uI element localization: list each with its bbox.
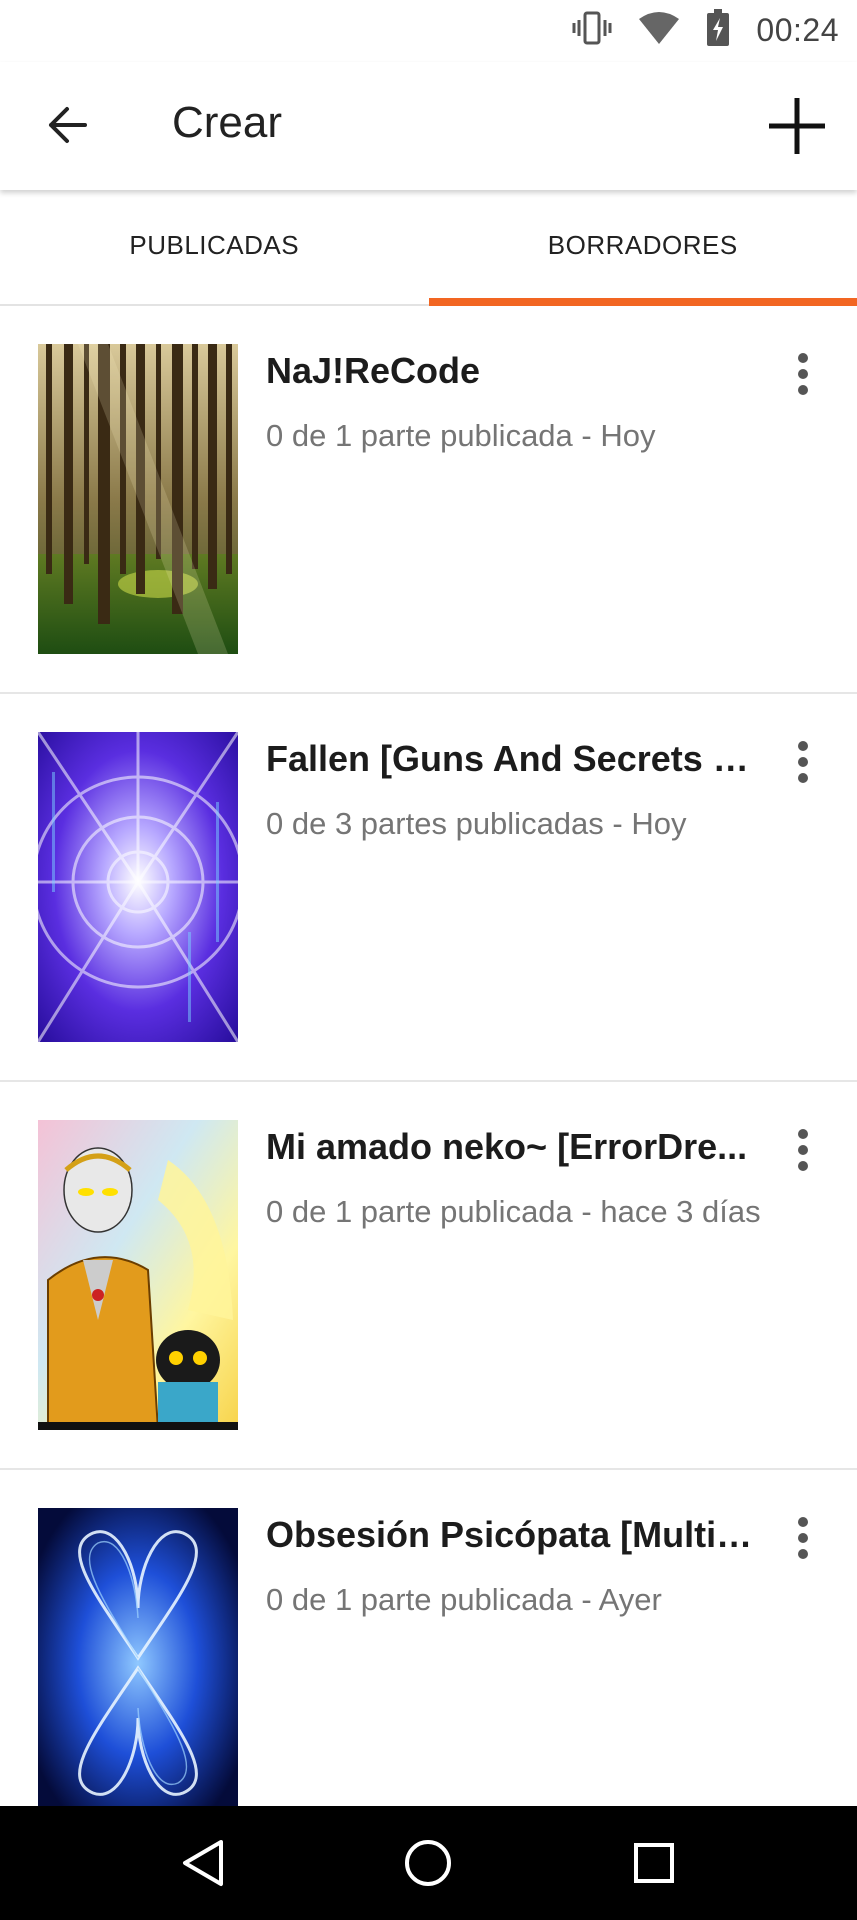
- more-vert-icon: [798, 1129, 808, 1171]
- story-cover-image: [38, 344, 238, 654]
- story-title: Fallen [Guns And Secrets S...: [266, 738, 766, 779]
- story-cover-image: [38, 1120, 238, 1430]
- add-story-button[interactable]: [759, 88, 835, 164]
- back-button[interactable]: [34, 92, 100, 158]
- vibrate-icon: [572, 10, 612, 51]
- story-title: Mi amado neko~ [ErrorDre...: [266, 1126, 748, 1167]
- more-options-button[interactable]: [777, 342, 829, 406]
- tab-label: BORRADORES: [547, 229, 738, 260]
- more-vert-icon: [798, 1517, 808, 1559]
- tab-publicadas[interactable]: PUBLICADAS: [0, 190, 429, 304]
- more-options-button[interactable]: [777, 1118, 829, 1182]
- arrow-left-icon: [49, 107, 87, 143]
- status-time: 00:24: [756, 11, 839, 48]
- drafts-list[interactable]: NaJ!ReCode 0 de 1 parte publicada - Hoy: [0, 306, 857, 1806]
- story-card[interactable]: Mi amado neko~ [ErrorDre... 0 de 1 parte…: [0, 1082, 857, 1470]
- story-card[interactable]: Obsesión Psicópata [Multis... 0 de 1 par…: [0, 1470, 857, 1806]
- story-cover-image: [38, 732, 238, 1042]
- system-nav-bar: [0, 1806, 857, 1920]
- story-title: Obsesión Psicópata [Multis...: [266, 1514, 766, 1555]
- more-options-button[interactable]: [777, 730, 829, 794]
- app-bar: Crear: [0, 62, 857, 190]
- more-vert-icon: [798, 741, 808, 783]
- active-tab-indicator: [428, 298, 857, 306]
- battery-charging-icon: [706, 8, 730, 52]
- more-options-button[interactable]: [777, 1506, 829, 1570]
- story-card[interactable]: Fallen [Guns And Secrets S... 0 de 3 par…: [0, 694, 857, 1082]
- tab-label: PUBLICADAS: [129, 229, 300, 260]
- story-cover-image: [38, 1508, 238, 1806]
- recents-square-icon: [634, 1843, 675, 1883]
- back-triangle-icon: [182, 1840, 223, 1886]
- nav-home-button[interactable]: [388, 1823, 468, 1903]
- page-title: Crear: [172, 98, 283, 147]
- status-icons: 00:24: [572, 8, 839, 52]
- story-meta: 0 de 1 parte publicada - Hoy: [266, 418, 656, 453]
- nav-recents-button[interactable]: [614, 1823, 694, 1903]
- story-meta: 0 de 1 parte publicada - Ayer: [266, 1582, 662, 1617]
- story-meta: 0 de 3 partes publicadas - Hoy: [266, 806, 687, 841]
- wifi-icon: [638, 11, 680, 50]
- tab-bar: PUBLICADAS BORRADORES: [0, 190, 857, 306]
- story-meta: 0 de 1 parte publicada - hace 3 días: [266, 1194, 761, 1229]
- status-bar: 00:24: [0, 0, 857, 62]
- nav-back-button[interactable]: [163, 1823, 243, 1903]
- home-circle-icon: [405, 1840, 452, 1886]
- tab-borradores[interactable]: BORRADORES: [428, 190, 857, 306]
- more-vert-icon: [798, 353, 808, 395]
- plus-icon: [769, 98, 825, 154]
- story-card[interactable]: NaJ!ReCode 0 de 1 parte publicada - Hoy: [0, 306, 857, 694]
- story-title: NaJ!ReCode: [266, 350, 481, 391]
